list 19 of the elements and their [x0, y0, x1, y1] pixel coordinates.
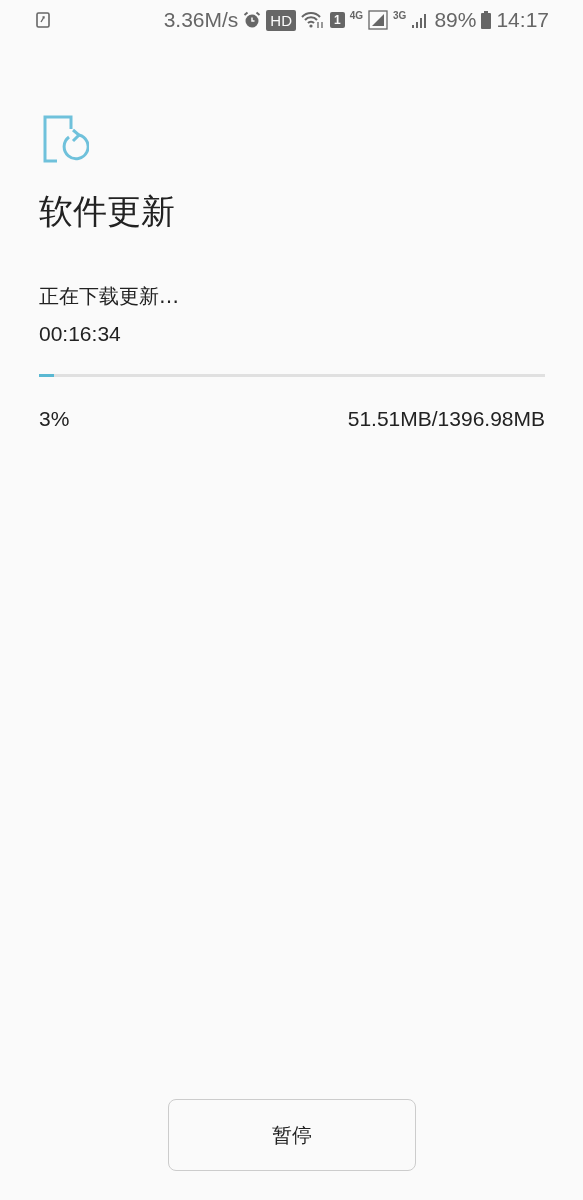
battery-level: 89%: [434, 8, 477, 32]
sim-badge: 1: [330, 12, 345, 28]
network-type: 4G: [349, 10, 364, 21]
download-size: 51.51MB/1396.98MB: [347, 407, 545, 431]
progress-percent: 3%: [39, 407, 70, 431]
phone-update-icon: [36, 12, 50, 28]
hd-badge: HD: [266, 9, 297, 31]
alarm-icon: [243, 11, 262, 29]
page-title: 软件更新: [39, 190, 176, 233]
clock: 14:17: [496, 8, 549, 32]
software-update-icon: [43, 115, 89, 165]
elapsed-time: 00:16:34: [39, 322, 122, 346]
wifi-icon: [301, 11, 326, 29]
pause-button[interactable]: 暂停: [167, 1099, 416, 1171]
network-type: 3G: [393, 10, 407, 21]
download-status: 正在下载更新…: [39, 283, 180, 310]
battery-icon: [481, 11, 492, 29]
signal-icon: [368, 10, 389, 30]
network-speed: 3.36M/s: [163, 8, 239, 32]
